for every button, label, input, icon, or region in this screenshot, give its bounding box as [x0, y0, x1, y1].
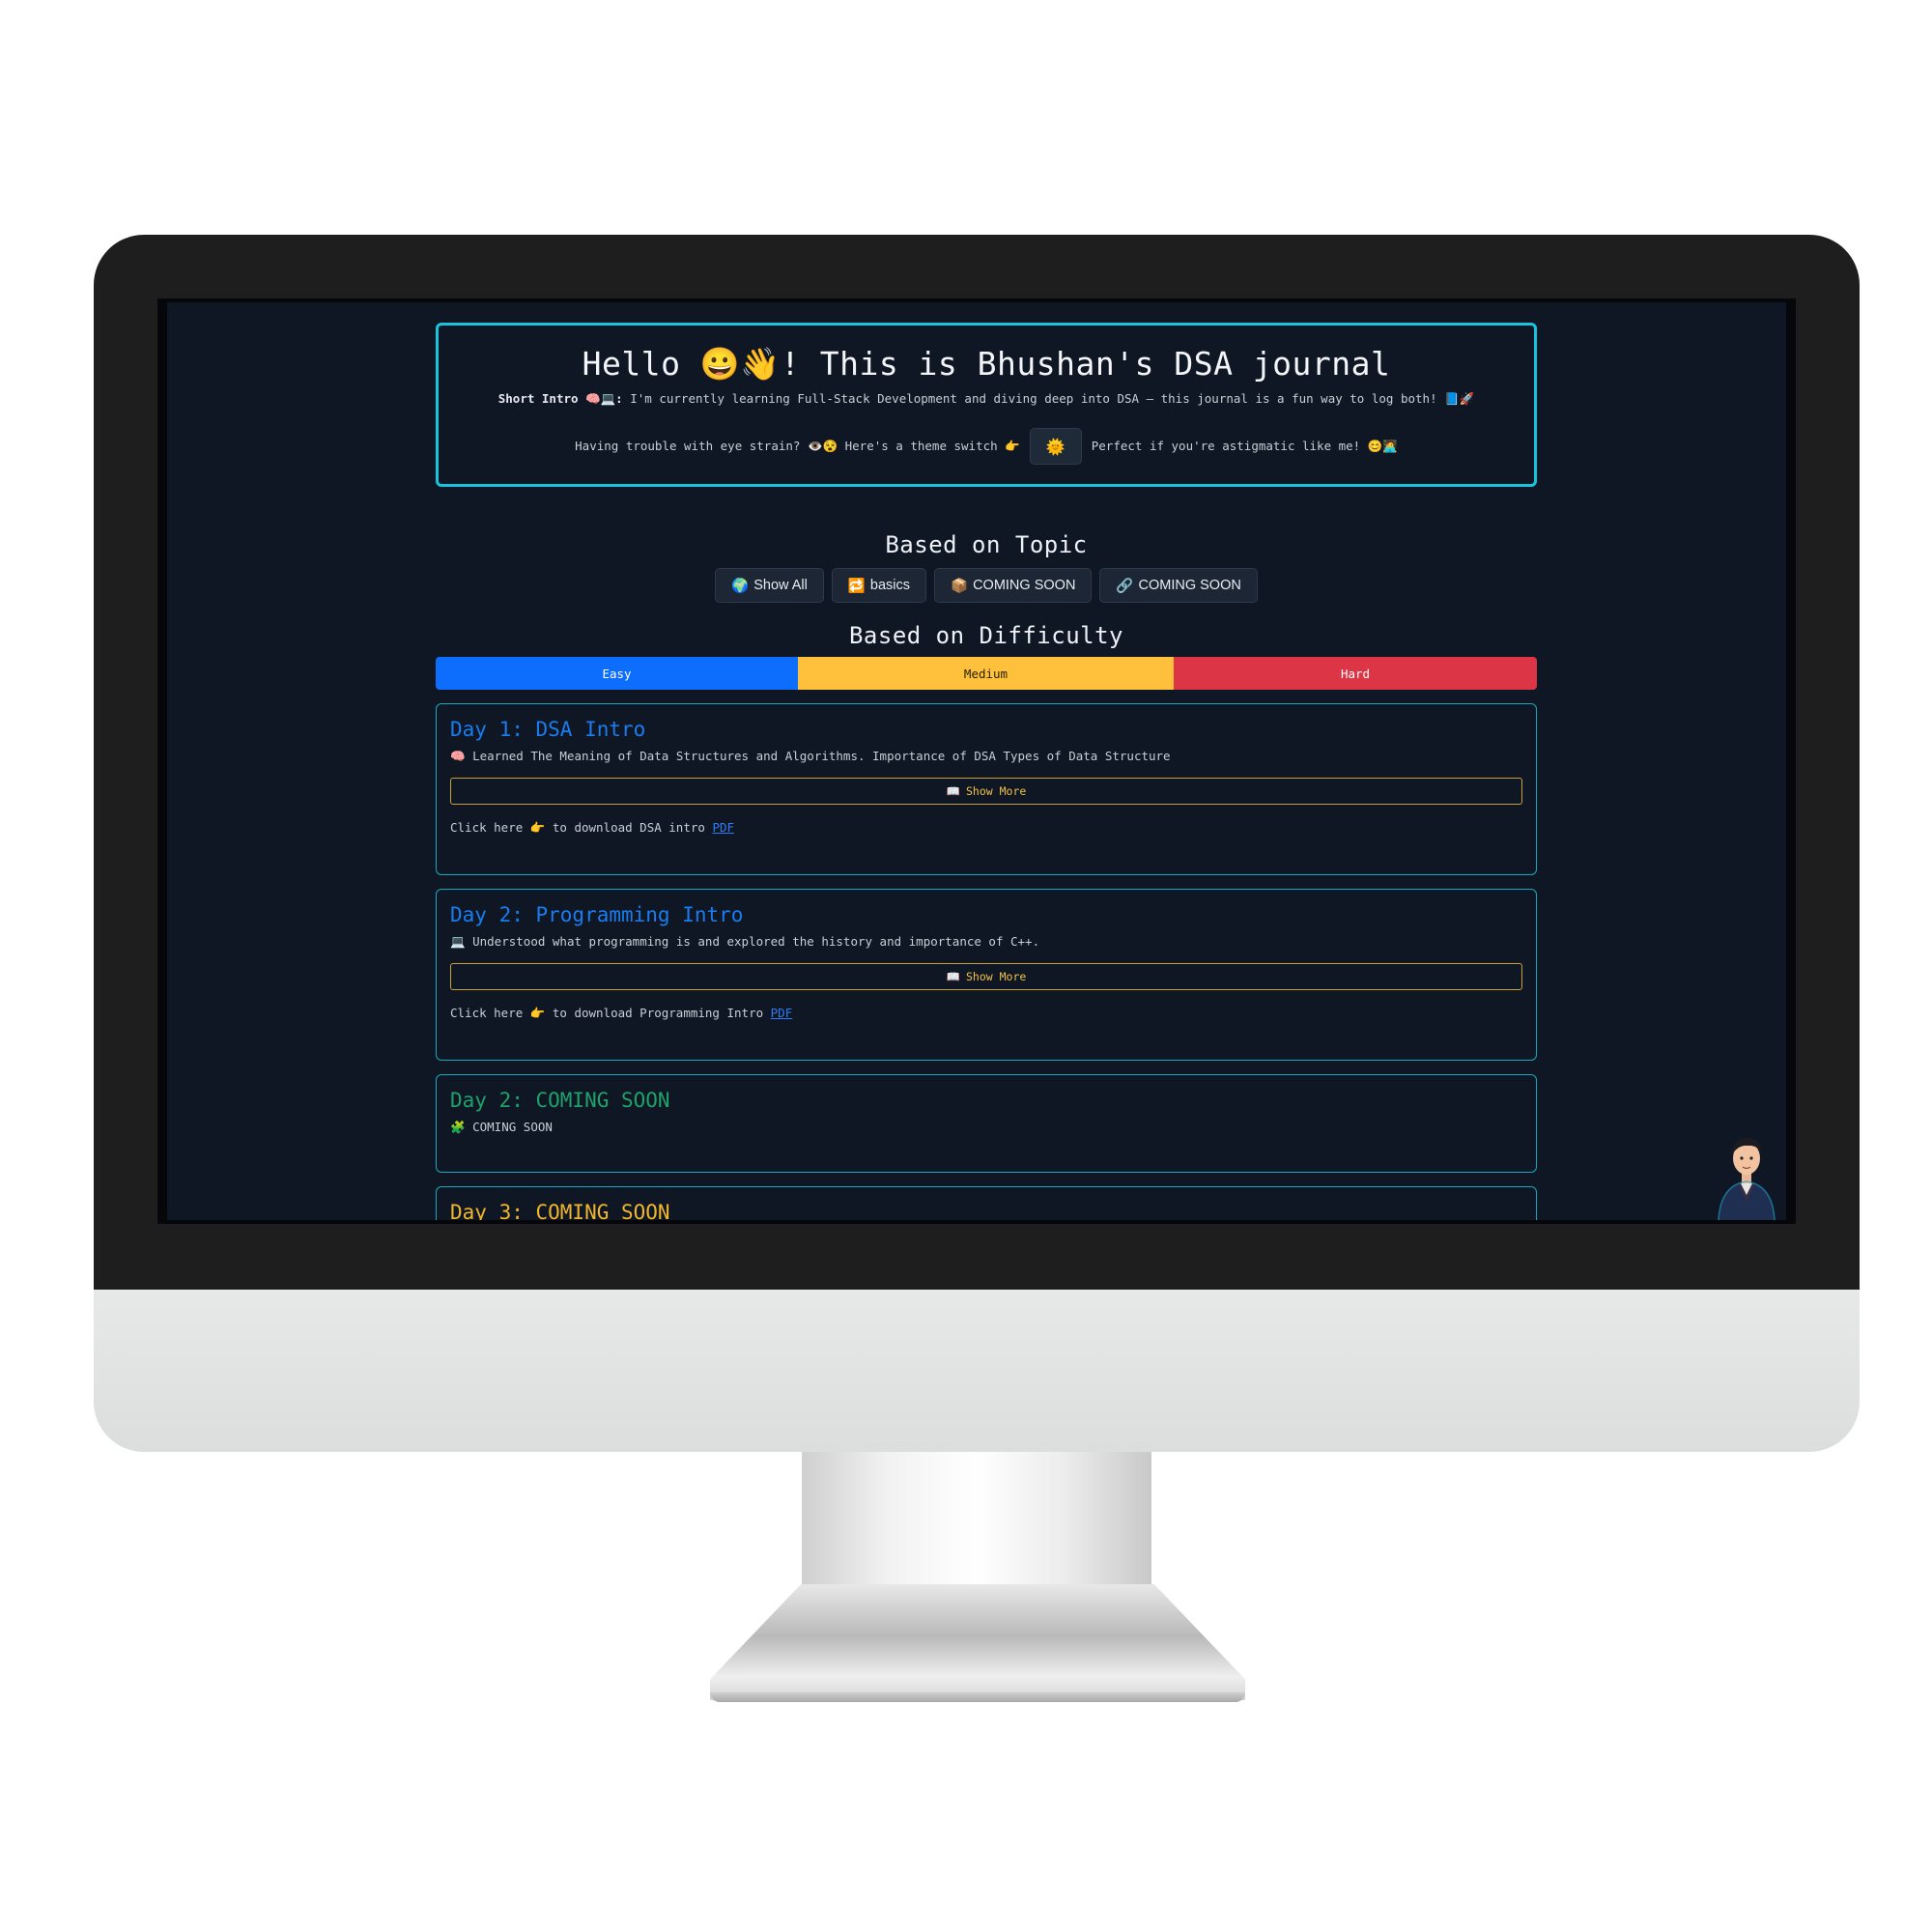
short-intro-text: I'm currently learning Full-Stack Develo… — [622, 391, 1475, 406]
day-title: Day 3: COMING SOON — [450, 1201, 670, 1224]
globe-icon: 🌍 — [731, 578, 750, 594]
pdf-link[interactable]: PDF — [771, 1006, 793, 1020]
brain-icon: 🧠 — [450, 749, 466, 763]
topic-button-label: COMING SOON — [973, 578, 1076, 593]
topic-heading: Based on Topic — [885, 531, 1088, 558]
avatar[interactable] — [1713, 1127, 1780, 1220]
day-title: Day 2: Programming Intro — [450, 903, 744, 926]
topic-button-label: Show All — [753, 578, 808, 593]
show-more-button[interactable]: 📖 Show More — [450, 963, 1522, 990]
theme-toggle-button[interactable]: 🌞 — [1029, 428, 1082, 465]
journal-page: Hello 😀👋! This is Bhushan's DSA journal … — [436, 323, 1537, 1224]
screen: Hello 😀👋! This is Bhushan's DSA journal … — [157, 298, 1796, 1224]
package-icon: 📦 — [951, 578, 969, 594]
topic-button-label: basics — [869, 578, 911, 593]
topic-basics-button[interactable]: 🔁 basics — [831, 568, 927, 603]
difficulty-heading: Based on Difficulty — [848, 622, 1124, 649]
theme-switch-row: Having trouble with eye strain? 👁️😵 Here… — [439, 428, 1534, 465]
day-title: Day 1: DSA Intro — [450, 718, 646, 741]
download-line: Click here 👉 to download Programming Int… — [450, 1006, 1522, 1021]
topic-filter-row: 🌍 Show All 🔁 basics 📦 COMING SOON 🔗 COMI… — [436, 568, 1537, 603]
difficulty-hard-button[interactable]: Hard — [1174, 657, 1537, 690]
day-description-text: COMING SOON — [472, 1120, 553, 1134]
puzzle-icon: 🧩 — [450, 1120, 466, 1134]
difficulty-medium-button[interactable]: Medium — [798, 657, 1174, 690]
day-description-text: Learned The Meaning of Data Structures a… — [472, 749, 1171, 763]
day-description: 🧠 Learned The Meaning of Data Structures… — [450, 749, 1522, 764]
link-icon: 🔗 — [1116, 578, 1134, 594]
page-title: Hello 😀👋! This is Bhushan's DSA journal — [582, 345, 1391, 383]
laptop-icon: 💻 — [450, 934, 466, 949]
download-text: Click here 👉 to download Programming Int… — [450, 1006, 771, 1020]
topic-show-all-button[interactable]: 🌍 Show All — [715, 568, 824, 603]
show-more-label: Show More — [966, 784, 1027, 798]
header-card: Hello 😀👋! This is Bhushan's DSA journal … — [436, 323, 1537, 487]
day-description: 🧩 COMING SOON — [450, 1120, 1522, 1135]
astigmatic-text: Perfect if you're astigmatic like me! 😊🧑… — [1091, 439, 1398, 453]
monitor-stand-base — [710, 1584, 1245, 1700]
day-title: Day 2: COMING SOON — [450, 1089, 670, 1112]
eye-strain-text: Having trouble with eye strain? 👁️😵 Here… — [575, 439, 1020, 453]
day-card: Day 3: COMING SOON — [436, 1186, 1537, 1224]
sun-icon: 🌞 — [1045, 437, 1065, 456]
book-icon: 📖 — [946, 784, 960, 798]
download-text: Click here 👉 to download DSA intro — [450, 820, 713, 835]
day-card: Day 2: Programming Intro 💻 Understood wh… — [436, 889, 1537, 1061]
download-line: Click here 👉 to download DSA intro PDF — [450, 820, 1522, 836]
show-more-label: Show More — [966, 970, 1027, 983]
short-intro: Short Intro 🧠💻: I'm currently learning F… — [439, 391, 1534, 407]
day-card: Day 2: COMING SOON 🧩 COMING SOON — [436, 1074, 1537, 1173]
monitor-stand-base-edge — [710, 1692, 1245, 1702]
book-icon: 📖 — [946, 970, 960, 983]
pdf-link[interactable]: PDF — [712, 820, 734, 835]
topic-coming-soon-button[interactable]: 📦 COMING SOON — [934, 568, 1093, 603]
topic-button-label: COMING SOON — [1138, 578, 1241, 593]
difficulty-easy-button[interactable]: Easy — [436, 657, 798, 690]
day-description: 💻 Understood what programming is and exp… — [450, 934, 1522, 950]
show-more-button[interactable]: 📖 Show More — [450, 778, 1522, 805]
repeat-icon: 🔁 — [847, 578, 866, 594]
topic-coming-soon-button[interactable]: 🔗 COMING SOON — [1099, 568, 1258, 603]
short-intro-label: Short Intro 🧠💻: — [497, 391, 623, 406]
difficulty-filter-bar: Easy Medium Hard — [436, 657, 1537, 690]
monitor-chin — [94, 1290, 1860, 1452]
day-card: Day 1: DSA Intro 🧠 Learned The Meaning o… — [436, 703, 1537, 875]
day-description-text: Understood what programming is and explo… — [472, 934, 1040, 949]
